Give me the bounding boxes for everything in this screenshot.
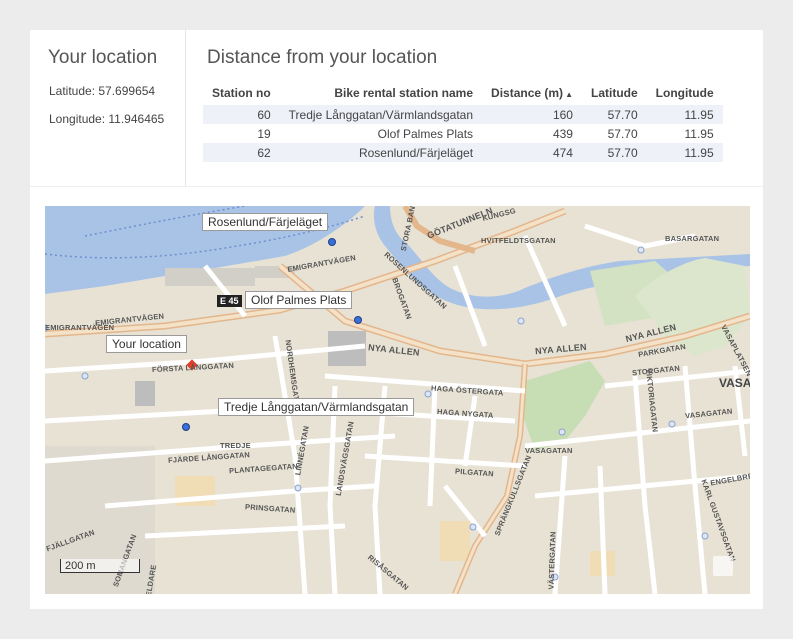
col-distance-label: Distance (m) xyxy=(491,86,564,100)
table-header-row: Station no Bike rental station name Dist… xyxy=(203,84,723,105)
section-divider xyxy=(30,186,763,187)
cell-distance: 160 xyxy=(552,107,573,122)
cell-longitude: 11.95 xyxy=(684,145,714,160)
cell-latitude: 57.70 xyxy=(607,126,638,141)
distance-table: Station no Bike rental station name Dist… xyxy=(203,84,723,162)
col-station-no[interactable]: Station no xyxy=(203,84,280,105)
cell-distance: 474 xyxy=(552,145,573,160)
cell-station-name: Rosenlund/Färjeläget xyxy=(358,145,474,160)
map-view[interactable]: EMIGRANTVÄGEN EMIGRANTVÄGEN EMIGRANTVÄGE… xyxy=(45,206,750,594)
sort-ascending-icon: ▲ xyxy=(565,90,573,99)
street-label: VASAGATAN xyxy=(525,446,573,455)
distance-title: Distance from your location xyxy=(207,47,438,68)
col-station-name[interactable]: Bike rental station name xyxy=(280,84,482,105)
col-latitude[interactable]: Latitude xyxy=(582,84,647,105)
map-label-tredje[interactable]: Tredje Långgatan/Värmlandsgatan xyxy=(218,398,415,416)
cell-longitude: 11.95 xyxy=(684,107,714,122)
cell-distance: 439 xyxy=(552,126,573,141)
dashboard-card: Your location Latitude: 57.699654 Longit… xyxy=(30,30,763,609)
cell-station-no: 60 xyxy=(257,107,271,122)
map-label-rosenlund[interactable]: Rosenlund/Färjeläget xyxy=(202,213,329,231)
street-label: BASARGATAN xyxy=(665,234,720,243)
map-label-your-location[interactable]: Your location xyxy=(106,335,187,353)
latitude-value: Latitude: 57.699654 xyxy=(49,84,156,98)
col-distance[interactable]: Distance (m) ▲ xyxy=(482,84,582,105)
your-location-panel: Your location Latitude: 57.699654 Longit… xyxy=(30,30,186,186)
cell-longitude: 11.95 xyxy=(684,126,714,141)
your-location-title: Your location xyxy=(48,47,158,68)
cell-station-no: 62 xyxy=(257,145,271,160)
map-control-button[interactable] xyxy=(713,556,733,576)
cell-station-name: Tredje Långgatan/Värmlandsgatan xyxy=(288,107,474,122)
col-longitude[interactable]: Longitude xyxy=(647,84,723,105)
map-label-olof[interactable]: Olof Palmes Plats xyxy=(245,291,353,309)
cell-station-name: Olof Palmes Plats xyxy=(377,126,474,141)
table-row[interactable]: 60 Tredje Långgatan/Värmlandsgatan 160 5… xyxy=(203,105,723,124)
station-tredje-icon[interactable] xyxy=(182,423,190,431)
cell-latitude: 57.70 xyxy=(607,107,638,122)
station-rosenlund-icon[interactable] xyxy=(328,238,336,246)
longitude-value: Longitude: 11.946465 xyxy=(49,112,165,126)
cell-latitude: 57.70 xyxy=(607,145,638,160)
map-scale-bar: 200 m xyxy=(60,559,140,573)
cell-station-no: 19 xyxy=(257,126,271,141)
table-row[interactable]: 62 Rosenlund/Färjeläget 474 57.70 11.95 xyxy=(203,143,723,162)
station-olof-icon[interactable] xyxy=(354,316,362,324)
district-label: VASASTA xyxy=(719,376,750,390)
table-row[interactable]: 19 Olof Palmes Plats 439 57.70 11.95 xyxy=(203,124,723,143)
street-label: TREDJE xyxy=(220,441,251,450)
road-shield-e45: E 45 xyxy=(217,295,242,307)
street-label: HVITFELDTSGATAN xyxy=(481,236,556,245)
